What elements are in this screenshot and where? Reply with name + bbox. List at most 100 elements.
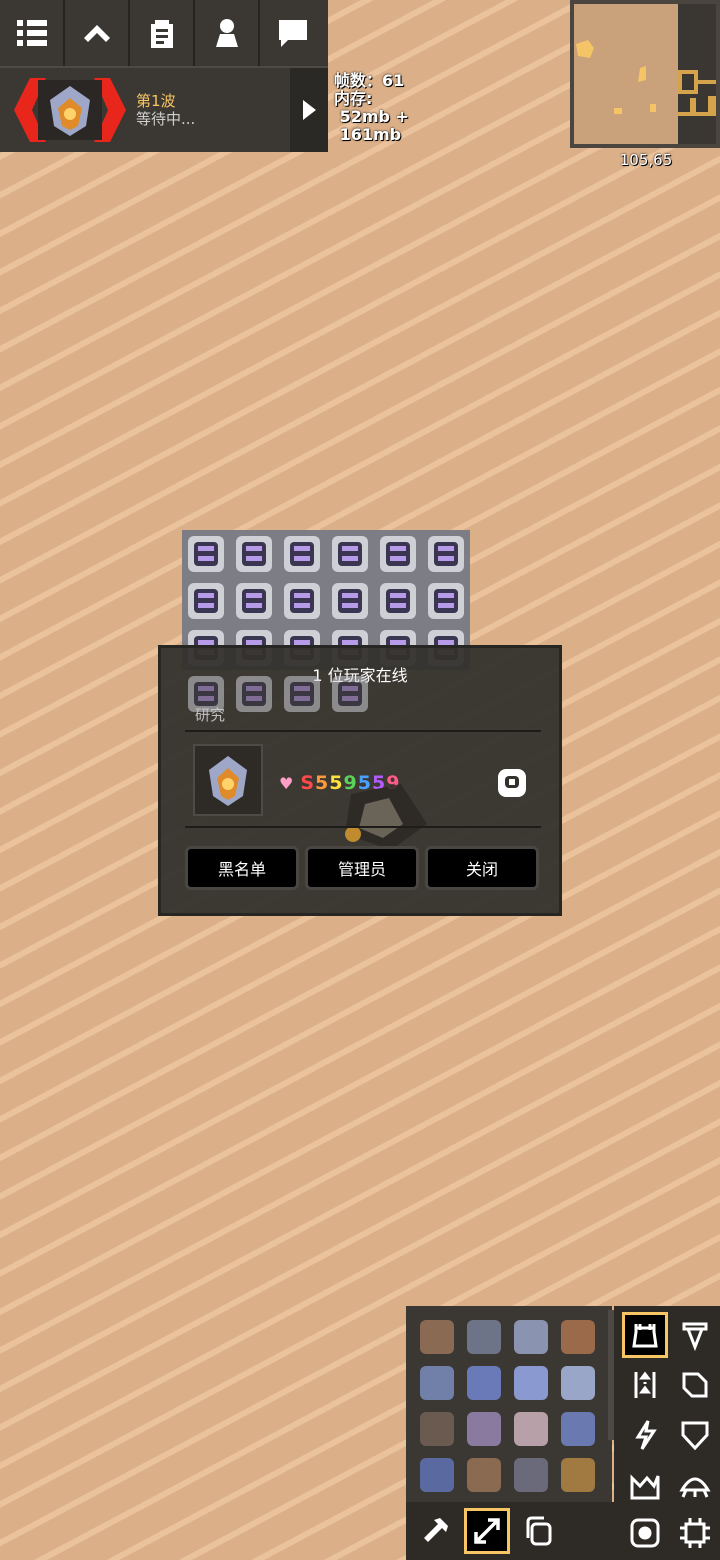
block-item-button[interactable] (561, 1320, 595, 1354)
tile-block-light (246, 593, 262, 598)
tile-block-light (390, 546, 406, 551)
tile-block-light (438, 546, 454, 551)
admins-button[interactable]: 管理员 (305, 846, 419, 890)
collapse-button[interactable] (65, 0, 130, 66)
tile-block-core (434, 589, 458, 613)
category-liquid-button[interactable] (672, 1362, 718, 1408)
tile-block-light (438, 603, 454, 608)
tile-block-light (342, 696, 358, 701)
block-item-button[interactable] (467, 1412, 501, 1446)
tile-block-light (294, 686, 310, 691)
tile-block-light (294, 546, 310, 551)
block-item-button[interactable] (420, 1412, 454, 1446)
deconstruct-tool-button[interactable] (412, 1508, 458, 1554)
block-selection-panel (406, 1306, 612, 1502)
block-item-button[interactable] (514, 1366, 548, 1400)
tile-block-light (246, 546, 262, 551)
close-button[interactable]: 关闭 (425, 846, 539, 890)
tile-block-light (198, 696, 214, 701)
tile-block-light (342, 546, 358, 551)
block-item-button[interactable] (561, 1412, 595, 1446)
wave-title: 第1波 (136, 92, 176, 110)
tile-block-light (294, 603, 310, 608)
block-item-button[interactable] (467, 1366, 501, 1400)
tile-block-core (242, 589, 266, 613)
skip-wave-button[interactable] (290, 68, 328, 152)
tile-block-light (198, 593, 214, 598)
build-tools-panel (406, 1502, 614, 1560)
wave-status: 等待中... (136, 110, 196, 128)
tile-block-light (390, 593, 406, 598)
shield-icon (681, 1421, 709, 1451)
hammer-icon (424, 1518, 448, 1542)
block-item-button[interactable] (467, 1458, 501, 1492)
block-category-panel (614, 1306, 720, 1560)
schematic-tool-button[interactable] (464, 1508, 510, 1554)
category-power-button[interactable] (622, 1412, 668, 1458)
memory-value-1: 52mb + (334, 107, 409, 126)
menu-button[interactable] (0, 0, 65, 66)
admin-icon (498, 769, 526, 797)
list-icon (16, 20, 47, 46)
tile-block-light (342, 603, 358, 608)
processor-icon (680, 1518, 710, 1548)
category-turret-button[interactable] (622, 1312, 668, 1358)
expand-icon (474, 1518, 500, 1544)
tile-block-light (246, 686, 262, 691)
play-icon (303, 100, 316, 120)
tile-block-light (438, 593, 454, 598)
player-options-button[interactable] (495, 766, 529, 800)
tile-block-light (198, 686, 214, 691)
chevron-up-icon (83, 25, 110, 42)
tile-block-light (294, 556, 310, 561)
tile-block-light (438, 556, 454, 561)
tile-block-light (198, 556, 214, 561)
block-item-button[interactable] (420, 1366, 454, 1400)
pipe-icon (682, 1372, 708, 1398)
power-icon (635, 1420, 657, 1450)
tile-block-core (194, 589, 218, 613)
block-item-button[interactable] (514, 1320, 548, 1354)
tile-block-core (434, 542, 458, 566)
block-item-button[interactable] (467, 1320, 501, 1354)
tile-block-core (386, 542, 410, 566)
category-crafting-button[interactable] (622, 1462, 668, 1508)
tile-block-light (246, 603, 262, 608)
tile-block-core (338, 542, 362, 566)
block-item-button[interactable] (514, 1458, 548, 1492)
category-production-button[interactable] (672, 1312, 718, 1358)
divider (185, 826, 541, 828)
category-distribution-button[interactable] (622, 1362, 668, 1408)
tile-block-light (294, 696, 310, 701)
block-item-button[interactable] (420, 1458, 454, 1492)
tile-block-core (194, 542, 218, 566)
players-button[interactable] (195, 0, 260, 66)
tile-block-light (246, 696, 262, 701)
category-logic-button[interactable] (672, 1510, 718, 1556)
blacklist-button[interactable]: 黑名单 (185, 846, 299, 890)
wave-info: 第1波 等待中... (136, 92, 195, 128)
database-button[interactable] (130, 0, 195, 66)
block-item-button[interactable] (561, 1458, 595, 1492)
minimap[interactable] (570, 0, 720, 148)
player-icon (215, 19, 238, 47)
minimap-view (574, 4, 716, 144)
tile-block-light (198, 546, 214, 551)
copy-tool-button[interactable] (516, 1508, 562, 1554)
heart-icon: ♥ (279, 774, 295, 793)
category-units-button[interactable] (672, 1462, 718, 1508)
tile-block-light (246, 556, 262, 561)
tile-block-core (290, 682, 314, 706)
clipboard-icon (150, 20, 173, 48)
tile-block-light (390, 603, 406, 608)
copy-icon (526, 1516, 552, 1546)
block-item-button[interactable] (420, 1320, 454, 1354)
core-status-icon (4, 72, 136, 148)
category-defense-button[interactable] (672, 1412, 718, 1458)
world-block-tiles-overlay (182, 670, 374, 720)
chat-button[interactable] (260, 0, 325, 66)
performance-stats: 帧数：61 内存: 52mb + 161mb (334, 72, 409, 144)
block-item-button[interactable] (561, 1366, 595, 1400)
category-effect-button[interactable] (622, 1510, 668, 1556)
block-item-button[interactable] (514, 1412, 548, 1446)
